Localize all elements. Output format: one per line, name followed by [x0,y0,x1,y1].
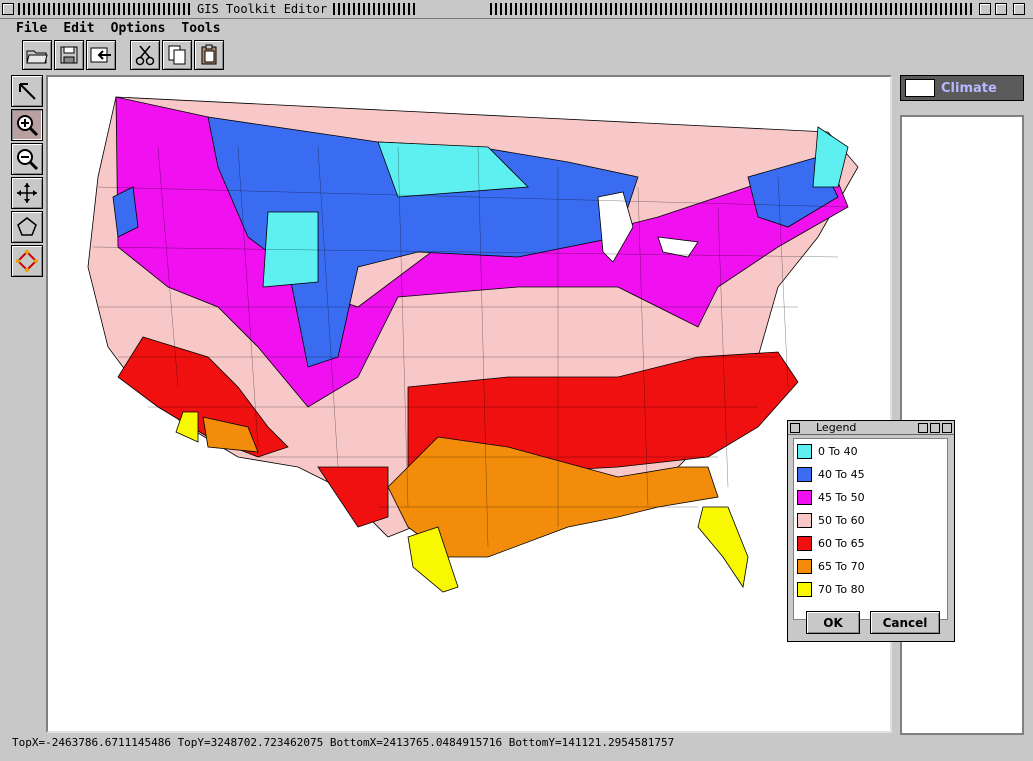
legend-label: 70 To 80 [818,582,865,596]
legend-label: 45 To 50 [818,490,865,504]
import-button[interactable] [86,40,116,70]
legend-swatch [797,443,812,459]
open-folder-icon [26,50,48,64]
legend-dialog: Legend 0 To 40 40 To 45 45 To 50 50 To 6… [787,420,955,642]
close-button[interactable] [1013,3,1025,15]
window-menu-button[interactable] [2,3,14,15]
tool-palette [11,75,43,277]
menu-edit[interactable]: Edit [55,19,102,39]
minimize-button[interactable] [979,3,991,15]
legend-item: 40 To 45 [797,464,865,484]
legend-maximize-button[interactable] [930,423,940,433]
legend-swatch [797,489,812,505]
map-canvas[interactable] [46,75,892,733]
arrow-pointer-icon [19,83,36,100]
legend-list: 0 To 40 40 To 45 45 To 50 50 To 60 60 To… [793,438,948,620]
copy-button[interactable] [162,40,192,70]
menu-bar: File Edit Options Tools [8,19,229,39]
layer-row-climate[interactable]: Climate [900,75,1024,101]
legend-close-button[interactable] [942,423,952,433]
import-icon [90,47,111,63]
legend-buttons: OK Cancel [788,609,954,639]
maximize-button[interactable] [995,3,1007,15]
zoom-in-icon [17,115,39,137]
legend-titlebar[interactable]: Legend [788,421,954,435]
zone-60-65-tx [317,466,389,528]
select-tool[interactable] [11,75,43,107]
legend-label: 50 To 60 [818,513,865,527]
cut-button[interactable] [130,40,160,70]
menu-options[interactable]: Options [103,19,174,39]
layer-swatch [905,79,935,97]
legend-swatch [797,535,812,551]
zoom-out-tool[interactable] [11,143,43,175]
save-button[interactable] [54,40,84,70]
legend-swatch [797,512,812,528]
paste-icon [201,44,217,65]
legend-item: 50 To 60 [797,510,865,530]
save-icon [60,46,78,64]
legend-label: 0 To 40 [818,444,858,458]
legend-item: 65 To 70 [797,556,865,576]
legend-label: 40 To 45 [818,467,865,481]
legend-title: Legend [816,421,857,434]
legend-item: 0 To 40 [797,441,858,461]
cut-icon [135,45,155,66]
zone-70-80-fl [697,506,749,589]
diamond-select-icon [16,250,38,272]
menu-tools[interactable]: Tools [173,19,228,39]
legend-label: 65 To 70 [818,559,865,573]
polygon-tool[interactable] [11,211,43,243]
menu-file[interactable]: File [8,19,55,39]
legend-menu-button[interactable] [790,423,800,433]
pan-tool[interactable] [11,177,43,209]
climate-map [87,96,859,593]
legend-swatch [797,558,812,574]
diamond-select-tool[interactable] [11,245,43,277]
polygon-icon [17,217,37,236]
zoom-out-icon [17,149,39,171]
cancel-button[interactable]: Cancel [870,611,940,634]
legend-item: 70 To 80 [797,579,865,599]
coordinate-status: TopX=-2463786.6711145486 TopY=3248702.72… [12,736,675,749]
open-button[interactable] [22,40,52,70]
pan-icon [17,183,37,203]
copy-icon [168,45,186,65]
window-title: GIS Toolkit Editor [193,2,332,16]
legend-item: 60 To 65 [797,533,865,553]
titlebar-grip-right [490,3,975,15]
window-titlebar[interactable]: GIS Toolkit Editor [0,0,1033,19]
toolbar [22,40,224,72]
legend-minimize-button[interactable] [918,423,928,433]
legend-swatch [797,581,812,597]
layer-name: Climate [941,80,997,96]
legend-swatch [797,466,812,482]
zoom-in-tool[interactable] [11,109,43,141]
ok-button[interactable]: OK [806,611,860,634]
paste-button[interactable] [194,40,224,70]
legend-label: 60 To 65 [818,536,865,550]
legend-item: 45 To 50 [797,487,865,507]
